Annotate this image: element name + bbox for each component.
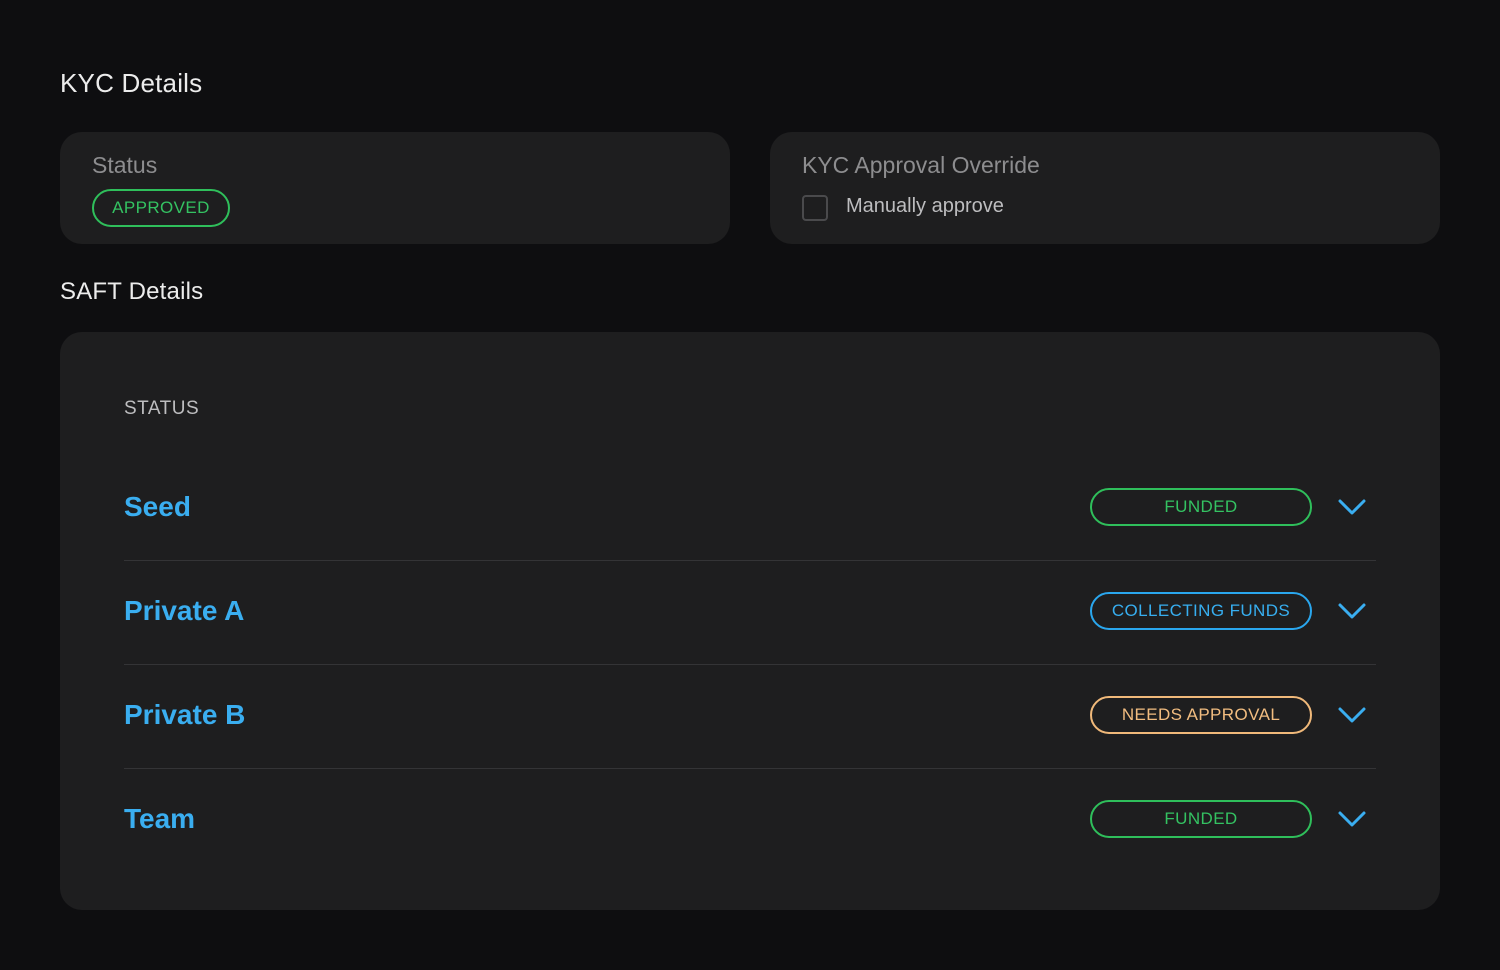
chevron-down-icon[interactable]	[1336, 495, 1368, 519]
chevron-down-icon[interactable]	[1336, 599, 1368, 623]
saft-row-private-b[interactable]: Private B NEEDS APPROVAL	[124, 665, 1376, 769]
kyc-override-label: KYC Approval Override	[802, 152, 1040, 178]
saft-status-badge: FUNDED	[1090, 800, 1312, 838]
manually-approve-label[interactable]: Manually approve	[846, 195, 1004, 218]
saft-row-name: Team	[124, 803, 196, 834]
chevron-down-icon[interactable]	[1336, 807, 1368, 831]
saft-row-private-a[interactable]: Private A COLLECTING FUNDS	[124, 561, 1376, 665]
page: KYC Details Status APPROVED KYC Approval…	[0, 0, 1500, 970]
saft-status-badge: FUNDED	[1090, 488, 1312, 526]
chevron-down-icon[interactable]	[1336, 703, 1368, 727]
saft-row-team[interactable]: Team FUNDED	[124, 769, 1376, 873]
saft-row-name: Seed	[124, 491, 191, 522]
manually-approve-checkbox[interactable]	[802, 195, 828, 221]
kyc-details-title: KYC Details	[60, 68, 203, 98]
saft-status-badge: NEEDS APPROVAL	[1090, 696, 1312, 734]
saft-status-badge: COLLECTING FUNDS	[1090, 592, 1312, 630]
kyc-status-label: Status	[92, 152, 158, 178]
kyc-status-card: Status APPROVED	[60, 132, 730, 244]
saft-row-seed[interactable]: Seed FUNDED	[124, 457, 1376, 561]
saft-row-name: Private B	[124, 699, 246, 730]
saft-details-title: SAFT Details	[60, 278, 204, 305]
kyc-status-badge: APPROVED	[92, 189, 230, 227]
kyc-override-card: KYC Approval Override Manually approve	[770, 132, 1440, 244]
saft-details-card: STATUS Seed FUNDED Private A COLLECTING …	[60, 332, 1440, 910]
saft-row-name: Private A	[124, 595, 245, 626]
status-column-header: STATUS	[124, 398, 200, 419]
